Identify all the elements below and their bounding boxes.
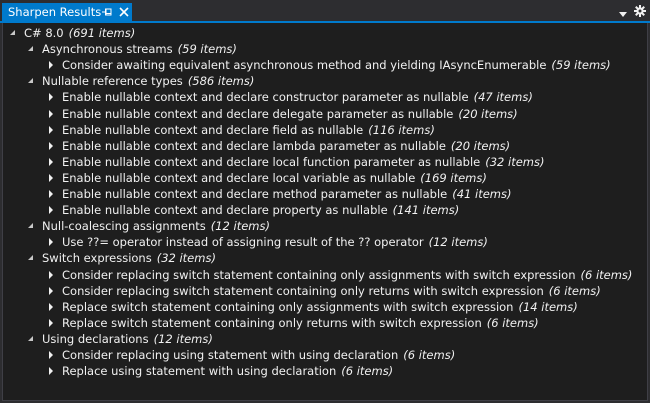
tree-item-node[interactable]: Consider replacing using statement with … bbox=[45, 347, 455, 363]
close-icon[interactable] bbox=[117, 5, 131, 19]
tree-group-node[interactable]: Nullable reference types (586 items) bbox=[25, 73, 254, 89]
node-label: Nullable reference types bbox=[42, 74, 183, 89]
node-count: (14 items) bbox=[518, 299, 578, 314]
tree-item-node[interactable]: Consider replacing switch statement cont… bbox=[45, 267, 632, 283]
node-count: (41 items) bbox=[452, 187, 512, 201]
dropdown-arrow-icon[interactable] bbox=[618, 8, 628, 17]
collapsed-arrow-icon[interactable] bbox=[45, 124, 57, 136]
collapsed-arrow-icon[interactable] bbox=[45, 285, 57, 297]
tree-item-node[interactable]: Enable nullable context and declare dele… bbox=[45, 106, 518, 122]
tree-item-node[interactable]: Replace switch statement containing only… bbox=[45, 315, 539, 331]
node-label: Use ??= operator instead of assigning re… bbox=[62, 235, 424, 250]
node-label: Consider replacing switch statement cont… bbox=[62, 267, 576, 282]
node-count: (12 items) bbox=[153, 331, 213, 346]
node-count: (32 items) bbox=[156, 251, 216, 266]
expanded-arrow-icon[interactable] bbox=[25, 220, 37, 232]
node-count: (691 items) bbox=[68, 26, 136, 40]
results-tree[interactable]: C# 8.0 (691 items) Asynchronous streams (59… bbox=[2, 23, 648, 401]
collapsed-arrow-icon[interactable] bbox=[45, 236, 57, 248]
tree-group-node[interactable]: Null-coalescing assignments (12 items) bbox=[25, 218, 270, 234]
collapsed-arrow-icon[interactable] bbox=[45, 365, 57, 377]
expanded-arrow-icon[interactable] bbox=[25, 75, 37, 87]
node-label: Enable nullable context and declare dele… bbox=[62, 106, 454, 121]
node-label: Switch expressions bbox=[42, 251, 152, 266]
tree-item-node[interactable]: Replace using statement with using decla… bbox=[45, 363, 393, 379]
collapsed-arrow-icon[interactable] bbox=[45, 156, 57, 168]
tree-group-node[interactable]: Switch expressions (32 items) bbox=[25, 250, 216, 266]
collapsed-arrow-icon[interactable] bbox=[45, 91, 57, 103]
node-count: (12 items) bbox=[210, 219, 270, 234]
node-count: (116 items) bbox=[368, 122, 435, 137]
node-count: (141 items) bbox=[392, 203, 460, 218]
node-count: (12 items) bbox=[428, 235, 488, 250]
tree-item-node[interactable]: Enable nullable context and declare cons… bbox=[45, 89, 533, 105]
node-count: (47 items) bbox=[473, 90, 533, 105]
node-count: (20 items) bbox=[450, 138, 511, 153]
expanded-arrow-icon[interactable] bbox=[7, 27, 19, 39]
tree-item-node[interactable]: Consider awaiting equivalent asynchronou… bbox=[45, 57, 611, 73]
collapsed-arrow-icon[interactable] bbox=[45, 188, 57, 200]
tree-item-node[interactable]: Enable nullable context and declare fiel… bbox=[45, 122, 435, 138]
tree-item-node[interactable]: Enable nullable context and declare loca… bbox=[45, 170, 487, 186]
tree-item-node[interactable]: Use ??= operator instead of assigning re… bbox=[45, 234, 488, 250]
collapsed-arrow-icon[interactable] bbox=[45, 108, 57, 120]
node-count: (32 items) bbox=[485, 154, 545, 169]
node-label: Enable nullable context and declare meth… bbox=[62, 187, 448, 201]
expanded-arrow-icon[interactable] bbox=[25, 333, 37, 345]
node-label: Enable nullable context and declare loca… bbox=[62, 154, 481, 169]
node-label: Null-coalescing assignments bbox=[42, 219, 206, 234]
node-label: C# 8.0 bbox=[24, 26, 64, 40]
expanded-arrow-icon[interactable] bbox=[25, 43, 37, 55]
node-count: (586 items) bbox=[187, 74, 255, 89]
collapsed-arrow-icon[interactable] bbox=[45, 59, 57, 71]
expanded-arrow-icon[interactable] bbox=[25, 252, 37, 264]
tree-item-node[interactable]: Enable nullable context and declare lamb… bbox=[45, 138, 510, 154]
tree-item-node[interactable]: Enable nullable context and declare loca… bbox=[45, 154, 544, 170]
node-label: Enable nullable context and declare fiel… bbox=[62, 122, 364, 137]
node-label: Enable nullable context and declare cons… bbox=[62, 90, 469, 105]
node-count: (6 items) bbox=[486, 315, 539, 330]
collapsed-arrow-icon[interactable] bbox=[45, 349, 57, 361]
pin-icon[interactable] bbox=[101, 7, 113, 17]
node-label: Enable nullable context and declare prop… bbox=[62, 203, 388, 218]
collapsed-arrow-icon[interactable] bbox=[45, 317, 57, 329]
tree-item-node[interactable]: Consider replacing switch statement cont… bbox=[45, 283, 601, 299]
node-count: (6 items) bbox=[403, 348, 456, 362]
node-count: (59 items) bbox=[551, 58, 611, 73]
node-label: Replace switch statement containing only… bbox=[62, 299, 514, 314]
collapsed-arrow-icon[interactable] bbox=[45, 301, 57, 313]
node-label: Asynchronous streams bbox=[42, 42, 173, 57]
node-label: Consider awaiting equivalent asynchronou… bbox=[62, 58, 547, 73]
node-count: (20 items) bbox=[458, 106, 518, 121]
tree-group-node[interactable]: Asynchronous streams (59 items) bbox=[25, 41, 237, 57]
node-label: Consider replacing using statement with … bbox=[62, 348, 399, 362]
node-label: Using declarations bbox=[42, 331, 149, 346]
tree-root-node[interactable]: C# 8.0 (691 items) bbox=[7, 25, 135, 41]
collapsed-arrow-icon[interactable] bbox=[45, 269, 57, 281]
node-count: (6 items) bbox=[580, 267, 633, 282]
node-count: (169 items) bbox=[420, 170, 487, 185]
tree-item-node[interactable]: Enable nullable context and declare meth… bbox=[45, 186, 511, 202]
gear-icon[interactable] bbox=[634, 5, 646, 17]
collapsed-arrow-icon[interactable] bbox=[45, 204, 57, 216]
node-count: (6 items) bbox=[548, 283, 601, 298]
node-label: Replace using statement with using decla… bbox=[62, 364, 337, 379]
node-label: Enable nullable context and declare loca… bbox=[62, 170, 416, 185]
node-label: Enable nullable context and declare lamb… bbox=[62, 138, 446, 153]
tool-window-header: Sharpen Results bbox=[0, 0, 650, 21]
node-count: (6 items) bbox=[341, 364, 394, 379]
tab-title: Sharpen Results bbox=[8, 5, 102, 19]
tree-group-node[interactable]: Using declarations (12 items) bbox=[25, 331, 213, 347]
collapsed-arrow-icon[interactable] bbox=[45, 140, 57, 152]
tree-item-node[interactable]: Replace switch statement containing only… bbox=[45, 299, 578, 315]
node-count: (59 items) bbox=[177, 42, 237, 57]
tree-item-node[interactable]: Enable nullable context and declare prop… bbox=[45, 202, 459, 218]
node-label: Consider replacing switch statement cont… bbox=[62, 283, 544, 298]
tab-sharpen-results[interactable]: Sharpen Results bbox=[2, 3, 132, 21]
collapsed-arrow-icon[interactable] bbox=[45, 172, 57, 184]
node-label: Replace switch statement containing only… bbox=[62, 315, 482, 330]
